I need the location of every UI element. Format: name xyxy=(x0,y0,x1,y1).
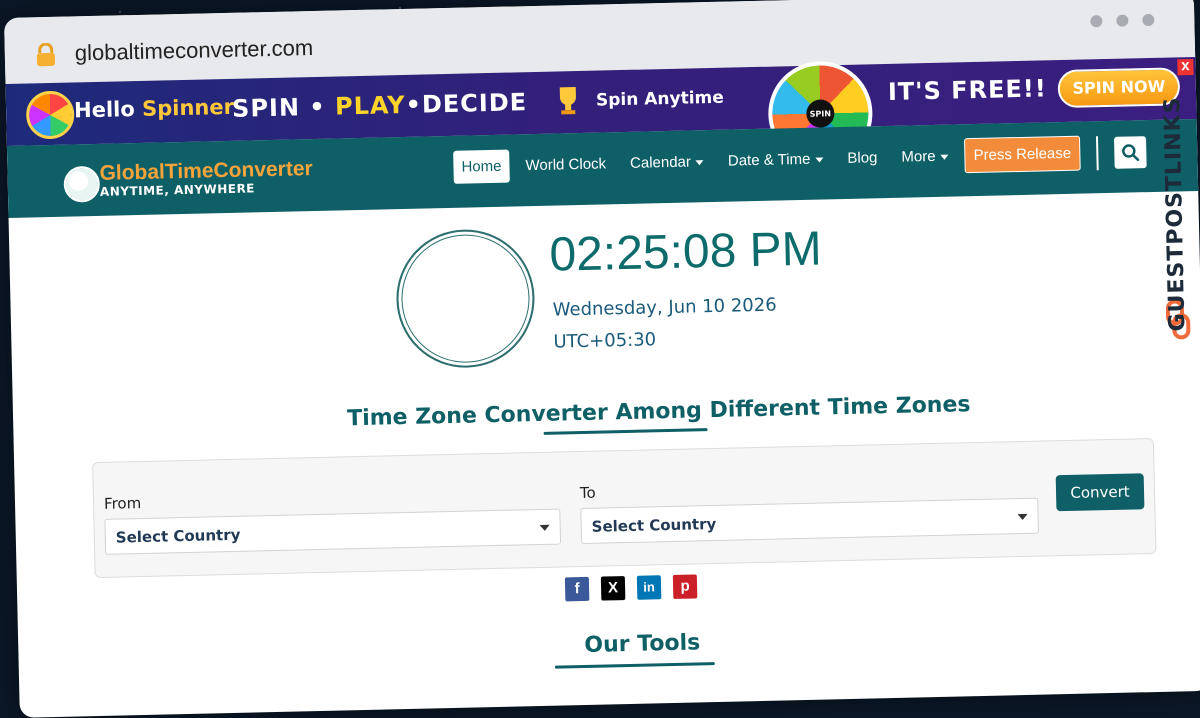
linkedin-icon[interactable]: in xyxy=(636,575,662,600)
nav-world-clock[interactable]: World Clock xyxy=(517,147,614,182)
nav-calendar[interactable]: Calendar xyxy=(622,145,713,180)
utc-offset: UTC+05:30 xyxy=(553,329,657,353)
convert-button[interactable]: Convert xyxy=(1055,473,1145,512)
slogan-separator: • xyxy=(299,92,336,122)
caret-down-icon xyxy=(695,159,704,165)
window-dot-icon[interactable] xyxy=(1090,15,1103,28)
title-underline xyxy=(554,662,715,669)
url-text: globaltimeconverter.com xyxy=(74,34,314,66)
to-select-value: Select Country xyxy=(591,514,717,536)
window-controls xyxy=(1090,13,1155,28)
watermark: GUESTPOSTLINKS xyxy=(1155,41,1196,342)
nav-blog-label: Blog xyxy=(847,149,878,167)
spinner-wheel-icon xyxy=(25,90,75,140)
current-time: 02:25:08 PM xyxy=(548,222,823,282)
caret-down-icon xyxy=(815,156,824,163)
caret-down-icon xyxy=(940,154,949,160)
nav-date-time-label: Date & Time xyxy=(727,150,811,170)
window-dot-icon[interactable] xyxy=(1142,13,1155,27)
chevron-down-icon xyxy=(1017,513,1028,521)
ad-free-text: IT'S FREE!! xyxy=(887,74,1048,106)
press-release-button[interactable]: Press Release xyxy=(964,135,1081,174)
analog-clock xyxy=(394,228,537,370)
pinterest-icon[interactable]: p xyxy=(672,574,698,599)
from-country-select[interactable]: Select Country xyxy=(104,508,562,555)
ad-brand-spinner: Spinner xyxy=(141,94,235,121)
ad-slogan: SPIN • PLAY•DECIDE xyxy=(232,88,528,123)
from-select-value: Select Country xyxy=(115,525,241,547)
wheel-hub-label: SPIN xyxy=(806,99,835,128)
to-country-select[interactable]: Select Country xyxy=(580,497,1039,545)
title-underline xyxy=(543,428,708,435)
converter-title: Time Zone Converter Among Different Time… xyxy=(346,392,971,432)
nav-calendar-label: Calendar xyxy=(629,153,692,172)
our-tools-title: Our Tools xyxy=(584,630,701,658)
search-button[interactable] xyxy=(1113,135,1147,169)
to-label: To xyxy=(579,483,596,503)
from-label: From xyxy=(103,494,142,513)
slogan-play: PLAY xyxy=(334,90,406,121)
window-dot-icon[interactable] xyxy=(1116,14,1129,27)
nav-date-time[interactable]: Date & Time xyxy=(720,142,832,178)
x-icon[interactable]: X xyxy=(600,576,626,601)
site-logo-tagline: ANYTIME, ANYWHERE xyxy=(99,181,256,199)
ad-brand-hello: Hello xyxy=(73,97,136,123)
converter-form: From Select Country To Select Country Co… xyxy=(92,438,1157,579)
facebook-icon[interactable]: f xyxy=(564,576,590,602)
search-icon xyxy=(1121,143,1140,161)
watermark-text: GUESTPOSTLINKS xyxy=(1160,96,1191,332)
nav-blog[interactable]: Blog xyxy=(839,141,886,175)
chevron-down-icon xyxy=(539,524,550,531)
nav-home-label: Home xyxy=(461,157,502,176)
nav-home[interactable]: Home xyxy=(453,149,510,184)
nav-world-clock-label: World Clock xyxy=(525,155,607,175)
nav-more[interactable]: More xyxy=(893,139,957,173)
ad-anytime: Spin Anytime xyxy=(595,87,725,111)
ad-brand: Hello Spinner xyxy=(74,95,234,123)
lock-icon xyxy=(36,42,56,67)
browser-window: globaltimeconverter.com Hello Spinner SP… xyxy=(4,0,1200,718)
nav-links: Home World Clock Calendar Date & Time Bl… xyxy=(453,134,1147,185)
trophy-icon xyxy=(559,87,576,115)
slogan-spin: SPIN xyxy=(231,93,301,123)
nav-more-label: More xyxy=(901,147,936,166)
slogan-separator: • xyxy=(405,90,423,119)
slogan-decide: DECIDE xyxy=(421,88,528,119)
nav-divider xyxy=(1095,135,1099,170)
current-date: Wednesday, Jun 10 2026 xyxy=(552,294,777,321)
globe-logo-icon[interactable] xyxy=(63,165,101,203)
